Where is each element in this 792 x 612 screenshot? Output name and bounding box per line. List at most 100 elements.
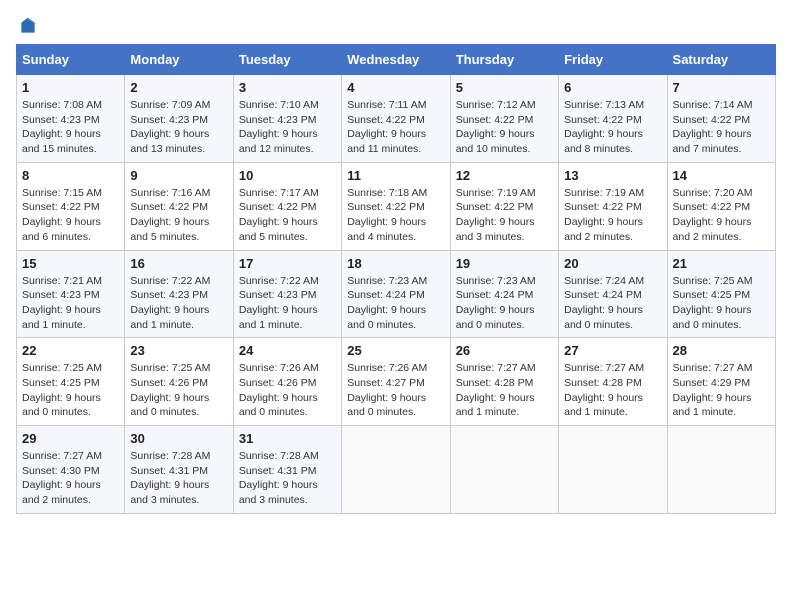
logo [16,16,38,36]
calendar-cell [667,426,775,514]
calendar-cell: 17 Sunrise: 7:22 AM Sunset: 4:23 PM Dayl… [233,250,341,338]
calendar-cell: 20 Sunrise: 7:24 AM Sunset: 4:24 PM Dayl… [559,250,667,338]
calendar-cell: 8 Sunrise: 7:15 AM Sunset: 4:22 PM Dayli… [17,162,125,250]
calendar-cell: 25 Sunrise: 7:26 AM Sunset: 4:27 PM Dayl… [342,338,450,426]
day-number: 7 [673,80,770,95]
day-info: Sunrise: 7:13 AM Sunset: 4:22 PM Dayligh… [564,98,661,157]
calendar-cell: 22 Sunrise: 7:25 AM Sunset: 4:25 PM Dayl… [17,338,125,426]
day-number: 15 [22,256,119,271]
day-info: Sunrise: 7:25 AM Sunset: 4:25 PM Dayligh… [673,274,770,333]
day-info: Sunrise: 7:09 AM Sunset: 4:23 PM Dayligh… [130,98,227,157]
day-info: Sunrise: 7:20 AM Sunset: 4:22 PM Dayligh… [673,186,770,245]
day-number: 28 [673,343,770,358]
calendar-cell: 11 Sunrise: 7:18 AM Sunset: 4:22 PM Dayl… [342,162,450,250]
day-info: Sunrise: 7:27 AM Sunset: 4:28 PM Dayligh… [456,361,553,420]
day-info: Sunrise: 7:28 AM Sunset: 4:31 PM Dayligh… [130,449,227,508]
day-number: 24 [239,343,336,358]
day-info: Sunrise: 7:27 AM Sunset: 4:29 PM Dayligh… [673,361,770,420]
calendar-cell: 6 Sunrise: 7:13 AM Sunset: 4:22 PM Dayli… [559,75,667,163]
day-info: Sunrise: 7:24 AM Sunset: 4:24 PM Dayligh… [564,274,661,333]
day-number: 9 [130,168,227,183]
calendar-cell: 1 Sunrise: 7:08 AM Sunset: 4:23 PM Dayli… [17,75,125,163]
calendar-cell: 24 Sunrise: 7:26 AM Sunset: 4:26 PM Dayl… [233,338,341,426]
calendar-cell [342,426,450,514]
day-info: Sunrise: 7:08 AM Sunset: 4:23 PM Dayligh… [22,98,119,157]
day-number: 5 [456,80,553,95]
day-info: Sunrise: 7:19 AM Sunset: 4:22 PM Dayligh… [456,186,553,245]
day-number: 13 [564,168,661,183]
calendar-cell: 21 Sunrise: 7:25 AM Sunset: 4:25 PM Dayl… [667,250,775,338]
day-info: Sunrise: 7:26 AM Sunset: 4:26 PM Dayligh… [239,361,336,420]
day-number: 19 [456,256,553,271]
day-number: 20 [564,256,661,271]
day-info: Sunrise: 7:18 AM Sunset: 4:22 PM Dayligh… [347,186,444,245]
calendar-cell: 15 Sunrise: 7:21 AM Sunset: 4:23 PM Dayl… [17,250,125,338]
day-number: 6 [564,80,661,95]
calendar-week-4: 22 Sunrise: 7:25 AM Sunset: 4:25 PM Dayl… [17,338,776,426]
day-info: Sunrise: 7:17 AM Sunset: 4:22 PM Dayligh… [239,186,336,245]
calendar-cell: 12 Sunrise: 7:19 AM Sunset: 4:22 PM Dayl… [450,162,558,250]
calendar-cell: 31 Sunrise: 7:28 AM Sunset: 4:31 PM Dayl… [233,426,341,514]
day-number: 21 [673,256,770,271]
header-thursday: Thursday [450,45,558,75]
calendar-cell [559,426,667,514]
day-info: Sunrise: 7:22 AM Sunset: 4:23 PM Dayligh… [239,274,336,333]
day-number: 1 [22,80,119,95]
calendar-cell: 18 Sunrise: 7:23 AM Sunset: 4:24 PM Dayl… [342,250,450,338]
header-wednesday: Wednesday [342,45,450,75]
day-info: Sunrise: 7:15 AM Sunset: 4:22 PM Dayligh… [22,186,119,245]
day-number: 12 [456,168,553,183]
day-number: 2 [130,80,227,95]
day-info: Sunrise: 7:16 AM Sunset: 4:22 PM Dayligh… [130,186,227,245]
header-friday: Friday [559,45,667,75]
calendar-week-5: 29 Sunrise: 7:27 AM Sunset: 4:30 PM Dayl… [17,426,776,514]
calendar-cell: 7 Sunrise: 7:14 AM Sunset: 4:22 PM Dayli… [667,75,775,163]
calendar-week-2: 8 Sunrise: 7:15 AM Sunset: 4:22 PM Dayli… [17,162,776,250]
day-number: 4 [347,80,444,95]
calendar-cell: 29 Sunrise: 7:27 AM Sunset: 4:30 PM Dayl… [17,426,125,514]
calendar-cell: 27 Sunrise: 7:27 AM Sunset: 4:28 PM Dayl… [559,338,667,426]
header-tuesday: Tuesday [233,45,341,75]
calendar-cell: 19 Sunrise: 7:23 AM Sunset: 4:24 PM Dayl… [450,250,558,338]
header-monday: Monday [125,45,233,75]
calendar-header-row: SundayMondayTuesdayWednesdayThursdayFrid… [17,45,776,75]
calendar-cell [450,426,558,514]
calendar-cell: 9 Sunrise: 7:16 AM Sunset: 4:22 PM Dayli… [125,162,233,250]
day-number: 31 [239,431,336,446]
calendar-cell: 3 Sunrise: 7:10 AM Sunset: 4:23 PM Dayli… [233,75,341,163]
day-info: Sunrise: 7:27 AM Sunset: 4:30 PM Dayligh… [22,449,119,508]
day-number: 30 [130,431,227,446]
calendar-cell: 16 Sunrise: 7:22 AM Sunset: 4:23 PM Dayl… [125,250,233,338]
day-number: 26 [456,343,553,358]
day-number: 16 [130,256,227,271]
day-info: Sunrise: 7:23 AM Sunset: 4:24 PM Dayligh… [347,274,444,333]
calendar-cell: 26 Sunrise: 7:27 AM Sunset: 4:28 PM Dayl… [450,338,558,426]
calendar-week-3: 15 Sunrise: 7:21 AM Sunset: 4:23 PM Dayl… [17,250,776,338]
calendar-cell: 14 Sunrise: 7:20 AM Sunset: 4:22 PM Dayl… [667,162,775,250]
day-info: Sunrise: 7:22 AM Sunset: 4:23 PM Dayligh… [130,274,227,333]
day-info: Sunrise: 7:21 AM Sunset: 4:23 PM Dayligh… [22,274,119,333]
day-info: Sunrise: 7:10 AM Sunset: 4:23 PM Dayligh… [239,98,336,157]
day-number: 25 [347,343,444,358]
day-number: 29 [22,431,119,446]
day-info: Sunrise: 7:25 AM Sunset: 4:26 PM Dayligh… [130,361,227,420]
calendar-week-1: 1 Sunrise: 7:08 AM Sunset: 4:23 PM Dayli… [17,75,776,163]
day-info: Sunrise: 7:28 AM Sunset: 4:31 PM Dayligh… [239,449,336,508]
page-header [16,16,776,36]
header-saturday: Saturday [667,45,775,75]
calendar-table: SundayMondayTuesdayWednesdayThursdayFrid… [16,44,776,514]
calendar-cell: 10 Sunrise: 7:17 AM Sunset: 4:22 PM Dayl… [233,162,341,250]
calendar-cell: 2 Sunrise: 7:09 AM Sunset: 4:23 PM Dayli… [125,75,233,163]
logo-icon [18,16,38,36]
day-number: 17 [239,256,336,271]
day-info: Sunrise: 7:26 AM Sunset: 4:27 PM Dayligh… [347,361,444,420]
day-info: Sunrise: 7:25 AM Sunset: 4:25 PM Dayligh… [22,361,119,420]
day-number: 10 [239,168,336,183]
day-number: 23 [130,343,227,358]
calendar-cell: 13 Sunrise: 7:19 AM Sunset: 4:22 PM Dayl… [559,162,667,250]
day-info: Sunrise: 7:23 AM Sunset: 4:24 PM Dayligh… [456,274,553,333]
calendar-cell: 23 Sunrise: 7:25 AM Sunset: 4:26 PM Dayl… [125,338,233,426]
day-info: Sunrise: 7:19 AM Sunset: 4:22 PM Dayligh… [564,186,661,245]
day-number: 11 [347,168,444,183]
calendar-cell: 5 Sunrise: 7:12 AM Sunset: 4:22 PM Dayli… [450,75,558,163]
